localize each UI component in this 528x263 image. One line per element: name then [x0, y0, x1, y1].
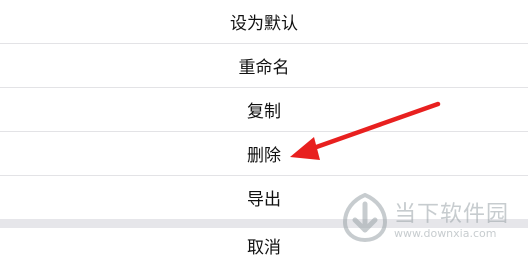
menu-item-rename[interactable]: 重命名	[0, 44, 528, 88]
menu-item-label: 设为默认	[230, 14, 298, 34]
watermark-brand: 当下软件园	[394, 202, 510, 227]
menu-item-label: 导出	[247, 190, 281, 210]
watermark: 当下软件园 www.downxia.com	[340, 190, 525, 245]
downxia-logo-icon	[342, 192, 388, 242]
menu-item-label: 复制	[247, 102, 281, 122]
cancel-label: 取消	[247, 238, 281, 258]
menu-item-label: 重命名	[238, 58, 290, 78]
menu-item-set-default[interactable]: 设为默认	[0, 0, 528, 44]
menu-item-delete[interactable]: 删除	[0, 132, 528, 176]
watermark-url: www.downxia.com	[394, 227, 497, 240]
menu-item-copy[interactable]: 复制	[0, 88, 528, 132]
menu-item-label: 删除	[247, 146, 281, 166]
